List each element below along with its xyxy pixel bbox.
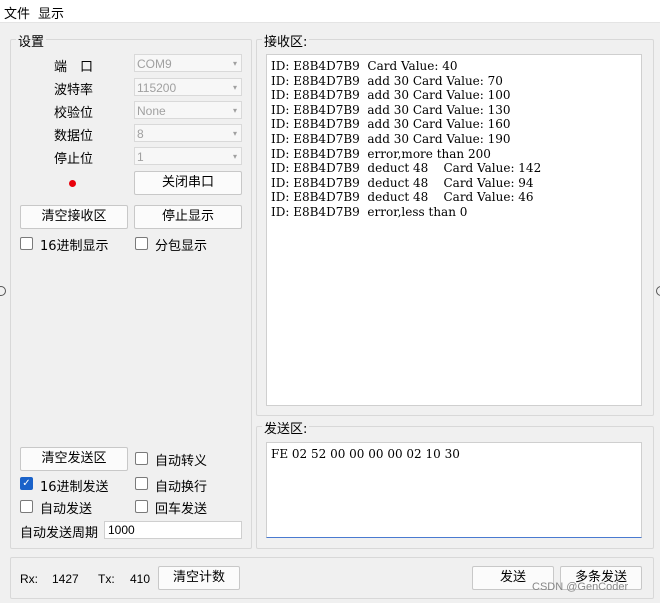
stopbits-value: 1 <box>137 150 144 164</box>
watermark: CSDN @GenCoder <box>532 581 629 593</box>
auto-newline-checkbox[interactable] <box>135 477 148 490</box>
hex-display-checkbox[interactable] <box>20 237 33 250</box>
tx-label: Tx: <box>98 572 115 586</box>
rx-label: Rx: <box>20 572 38 586</box>
stopbits-label: 停止位 <box>54 152 94 167</box>
menu-file[interactable]: 文件 <box>4 3 30 22</box>
clear-count-button[interactable]: 清空计数 <box>158 566 240 590</box>
receive-line: ID: E8B4D7B9 add 30 Card Value: 70 <box>271 73 503 88</box>
packet-display-checkbox[interactable] <box>135 237 148 250</box>
menu-bar: 文件 显示 <box>0 0 660 23</box>
receive-line: ID: E8B4D7B9 deduct 48 Card Value: 142 <box>271 161 542 176</box>
auto-period-input[interactable] <box>104 521 242 539</box>
left-edge-handle-icon[interactable] <box>0 286 6 296</box>
receive-textarea[interactable]: ID: E8B4D7B9 Card Value: 40 ID: E8B4D7B9 … <box>266 54 642 406</box>
auto-escape-checkbox[interactable] <box>135 452 148 465</box>
stop-display-button[interactable]: 停止显示 <box>134 205 242 229</box>
databits-select[interactable]: 8 ▾ <box>134 124 242 142</box>
chevron-down-icon: ▾ <box>232 83 237 92</box>
clear-receive-button[interactable]: 清空接收区 <box>20 205 128 229</box>
auto-escape-label: 自动转义 <box>155 454 208 469</box>
receive-line: ID: E8B4D7B9 add 30 Card Value: 190 <box>271 131 511 146</box>
check-icon: ✓ <box>22 478 31 489</box>
right-edge-handle-icon[interactable] <box>656 286 660 296</box>
chevron-down-icon: ▾ <box>232 129 237 138</box>
chevron-down-icon: ▾ <box>232 106 237 115</box>
receive-line: ID: E8B4D7B9 deduct 48 Card Value: 94 <box>271 175 534 190</box>
receive-line: ID: E8B4D7B9 Card Value: 40 <box>271 59 458 73</box>
hex-send-label: 16进制发送 <box>40 480 109 495</box>
cr-send-checkbox[interactable] <box>135 500 148 513</box>
port-label: 端 口 <box>54 60 94 75</box>
auto-send-label: 自动发送 <box>40 502 93 517</box>
receive-line: ID: E8B4D7B9 error,more than 200 <box>271 146 491 161</box>
chevron-down-icon: ▾ <box>232 152 237 161</box>
baud-value: 115200 <box>137 81 177 95</box>
send-title: 发送区: <box>262 418 310 437</box>
settings-title: 设置 <box>16 31 47 50</box>
tx-value: 410 <box>130 572 151 586</box>
clear-send-button[interactable]: 清空发送区 <box>20 447 128 471</box>
stopbits-select[interactable]: 1 ▾ <box>134 147 242 165</box>
hex-display-label: 16进制显示 <box>40 239 109 254</box>
parity-select[interactable]: None ▾ <box>134 101 242 119</box>
port-value: COM9 <box>137 57 172 71</box>
auto-newline-label: 自动换行 <box>155 480 208 495</box>
chevron-down-icon: ▾ <box>232 59 237 68</box>
databits-label: 数据位 <box>54 129 94 144</box>
port-status-indicator <box>69 180 76 187</box>
menu-view[interactable]: 显示 <box>38 3 64 22</box>
rx-value: 1427 <box>52 572 79 586</box>
close-port-button[interactable]: 关闭串口 <box>134 171 242 195</box>
receive-line: ID: E8B4D7B9 add 30 Card Value: 160 <box>271 117 511 132</box>
parity-label: 校验位 <box>54 106 94 121</box>
baud-label: 波特率 <box>54 83 94 98</box>
auto-period-label: 自动发送周期 <box>20 526 99 541</box>
receive-line: ID: E8B4D7B9 add 30 Card Value: 100 <box>271 88 511 103</box>
receive-title: 接收区: <box>262 31 310 50</box>
receive-line: ID: E8B4D7B9 error,less than 0 <box>271 204 468 219</box>
cr-send-label: 回车发送 <box>155 502 208 517</box>
hex-send-checkbox[interactable]: ✓ <box>20 477 33 490</box>
port-select[interactable]: COM9 ▾ <box>134 54 242 72</box>
baud-select[interactable]: 115200 ▾ <box>134 78 242 96</box>
send-textarea[interactable]: FE 02 52 00 00 00 00 02 10 30 <box>266 442 642 538</box>
auto-send-checkbox[interactable] <box>20 500 33 513</box>
databits-value: 8 <box>137 127 144 141</box>
packet-display-label: 分包显示 <box>155 239 208 254</box>
receive-line: ID: E8B4D7B9 deduct 48 Card Value: 46 <box>271 190 534 205</box>
parity-value: None <box>137 104 166 118</box>
receive-line: ID: E8B4D7B9 add 30 Card Value: 130 <box>271 102 511 117</box>
